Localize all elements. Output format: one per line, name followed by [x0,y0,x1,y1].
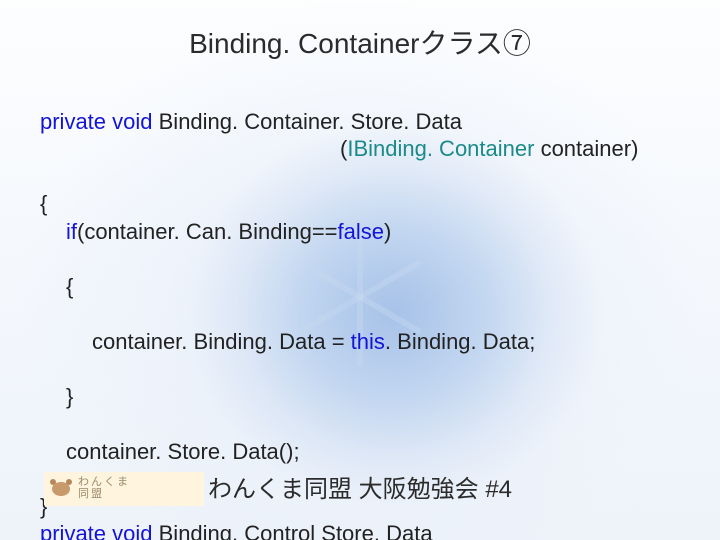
code-line: } [40,383,680,411]
keyword: private void [40,521,153,540]
keyword: if [66,219,77,244]
code-text: (container. Can. Binding== [77,219,338,244]
slide: Binding. Containerクラス⑦ private void Bind… [0,0,720,540]
code-text: Binding. Container. Store. Data [153,109,462,134]
code-line: private void Binding. Container. Store. … [40,109,462,134]
code-line: { [40,191,47,216]
code-text: Binding. Control Store. Data [153,521,433,540]
keyword: false [338,219,384,244]
code-line: if(container. Can. Binding==false) [40,218,680,246]
code-line: (IBinding. Container container) [40,135,680,163]
code-text: container. Binding. Data = [92,329,351,354]
code-text: container) [534,136,638,161]
keyword: this [351,329,385,354]
slide-title: Binding. Containerクラス⑦ [0,22,720,62]
keyword: private void [40,109,153,134]
slide-footer: わんくま同盟 大阪勉強会 #4 [0,469,720,504]
type-name: IBinding. Container [347,136,534,161]
code-line: private void Binding. Control Store. Dat… [40,521,433,540]
code-line: container. Binding. Data = this. Binding… [40,328,680,356]
code-line: { [40,273,680,301]
code-text: ) [384,219,391,244]
code-line: container. Store. Data(); [40,438,680,466]
code-text: . Binding. Data; [385,329,535,354]
